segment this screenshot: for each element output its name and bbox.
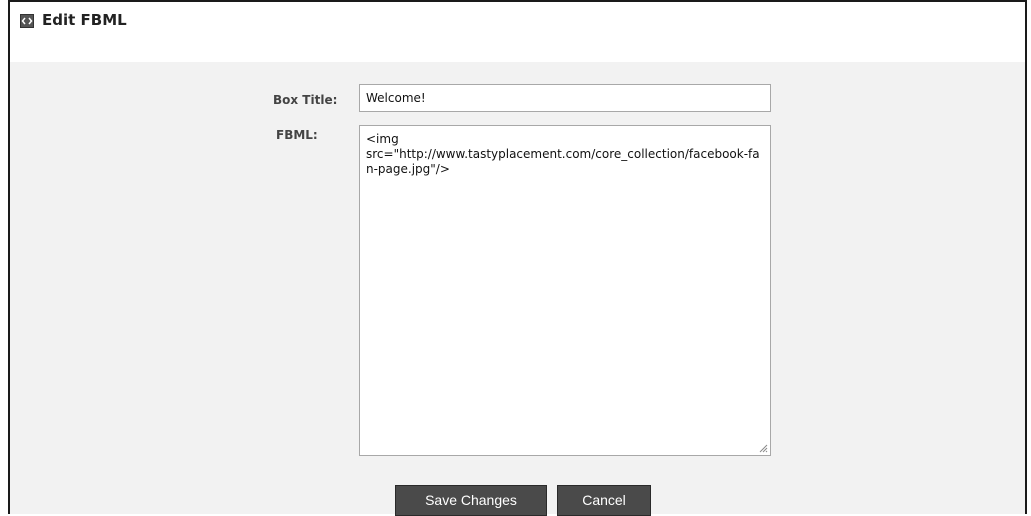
- panel-header: Edit FBML: [10, 2, 1025, 62]
- fbml-label: FBML:: [276, 128, 318, 142]
- fbml-textarea[interactable]: <img src="http://www.tastyplacement.com/…: [359, 125, 771, 456]
- save-changes-button[interactable]: Save Changes: [395, 485, 547, 516]
- box-title-input[interactable]: [359, 84, 771, 112]
- edit-fbml-panel: Edit FBML Box Title: FBML: <img src="htt…: [8, 0, 1027, 516]
- fbml-box-icon: [20, 14, 34, 28]
- cancel-button[interactable]: Cancel: [557, 485, 651, 516]
- box-title-label: Box Title:: [273, 93, 338, 107]
- resize-grip-icon[interactable]: [758, 443, 768, 453]
- page-title: Edit FBML: [42, 11, 127, 29]
